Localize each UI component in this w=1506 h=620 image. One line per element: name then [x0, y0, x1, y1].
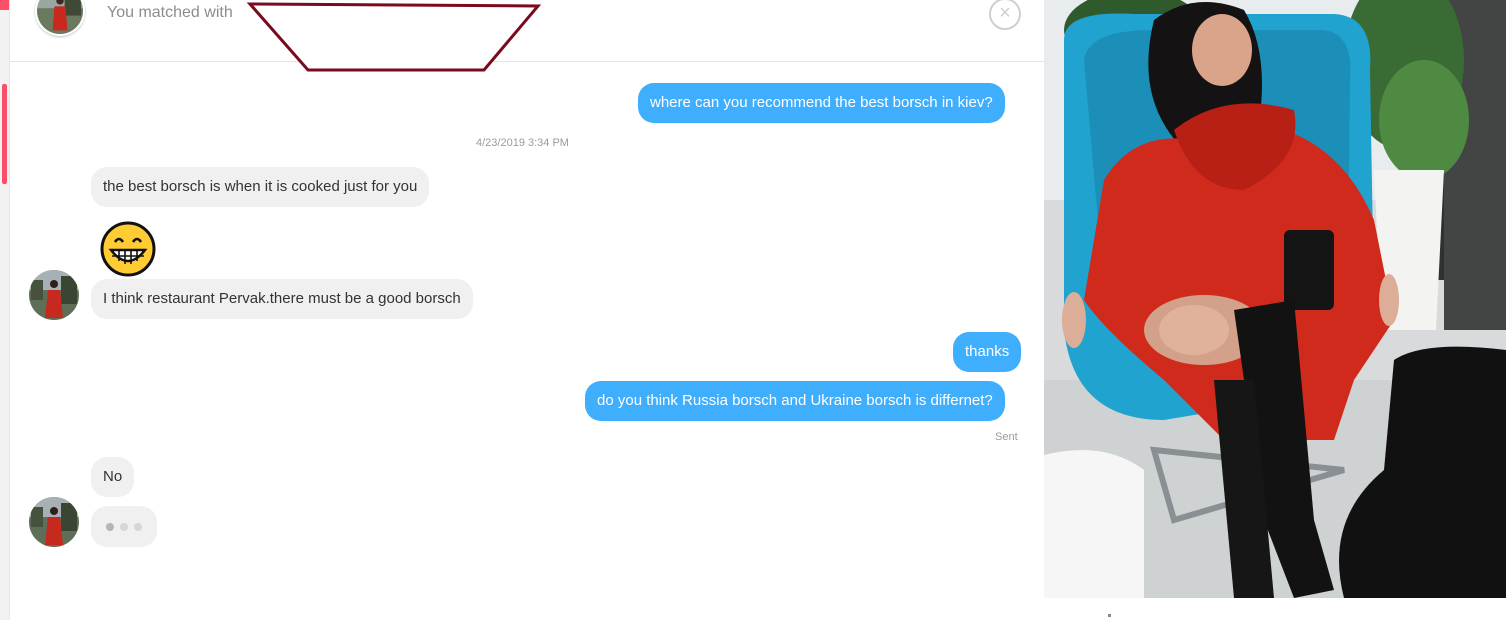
avatar-photo — [29, 497, 79, 547]
incoming-message: No — [91, 457, 135, 497]
profile-photo[interactable] — [1044, 0, 1506, 598]
avatar-photo — [29, 270, 79, 320]
sender-avatar[interactable] — [29, 497, 79, 547]
outgoing-message: do you think Russia borsch and Ukraine b… — [585, 381, 1005, 421]
outgoing-message: thanks — [953, 332, 1022, 372]
typing-indicator — [91, 506, 157, 547]
outgoing-message: where can you recommend the best borsch … — [638, 83, 1005, 123]
sender-avatar[interactable] — [29, 270, 79, 320]
profile-photo-caption-area — [1044, 598, 1506, 620]
typing-dot — [106, 523, 114, 531]
match-avatar[interactable] — [35, 0, 85, 36]
message-timestamp: 4/23/2019 3:34 PM — [476, 137, 569, 149]
redaction-mark — [246, 2, 542, 72]
close-icon[interactable]: × — [989, 0, 1021, 30]
profile-photo-image — [1044, 0, 1506, 598]
incoming-message: I think restaurant Pervak.there must be … — [91, 279, 473, 319]
caption-glyph — [1108, 614, 1111, 617]
sidebar-active-indicator — [2, 84, 7, 184]
chat-panel: You matched with × where can you recomme… — [10, 0, 1044, 620]
sidebar-accent-top — [0, 0, 9, 10]
grinning-face-emoji-icon — [100, 221, 156, 277]
typing-dot — [120, 523, 128, 531]
incoming-message: the best borsch is when it is cooked jus… — [91, 167, 430, 207]
typing-dot — [134, 523, 142, 531]
match-title: You matched with — [107, 4, 233, 21]
message-status: Sent — [995, 431, 1018, 443]
avatar-photo — [37, 0, 83, 34]
chat-header: You matched with × — [10, 0, 1044, 72]
